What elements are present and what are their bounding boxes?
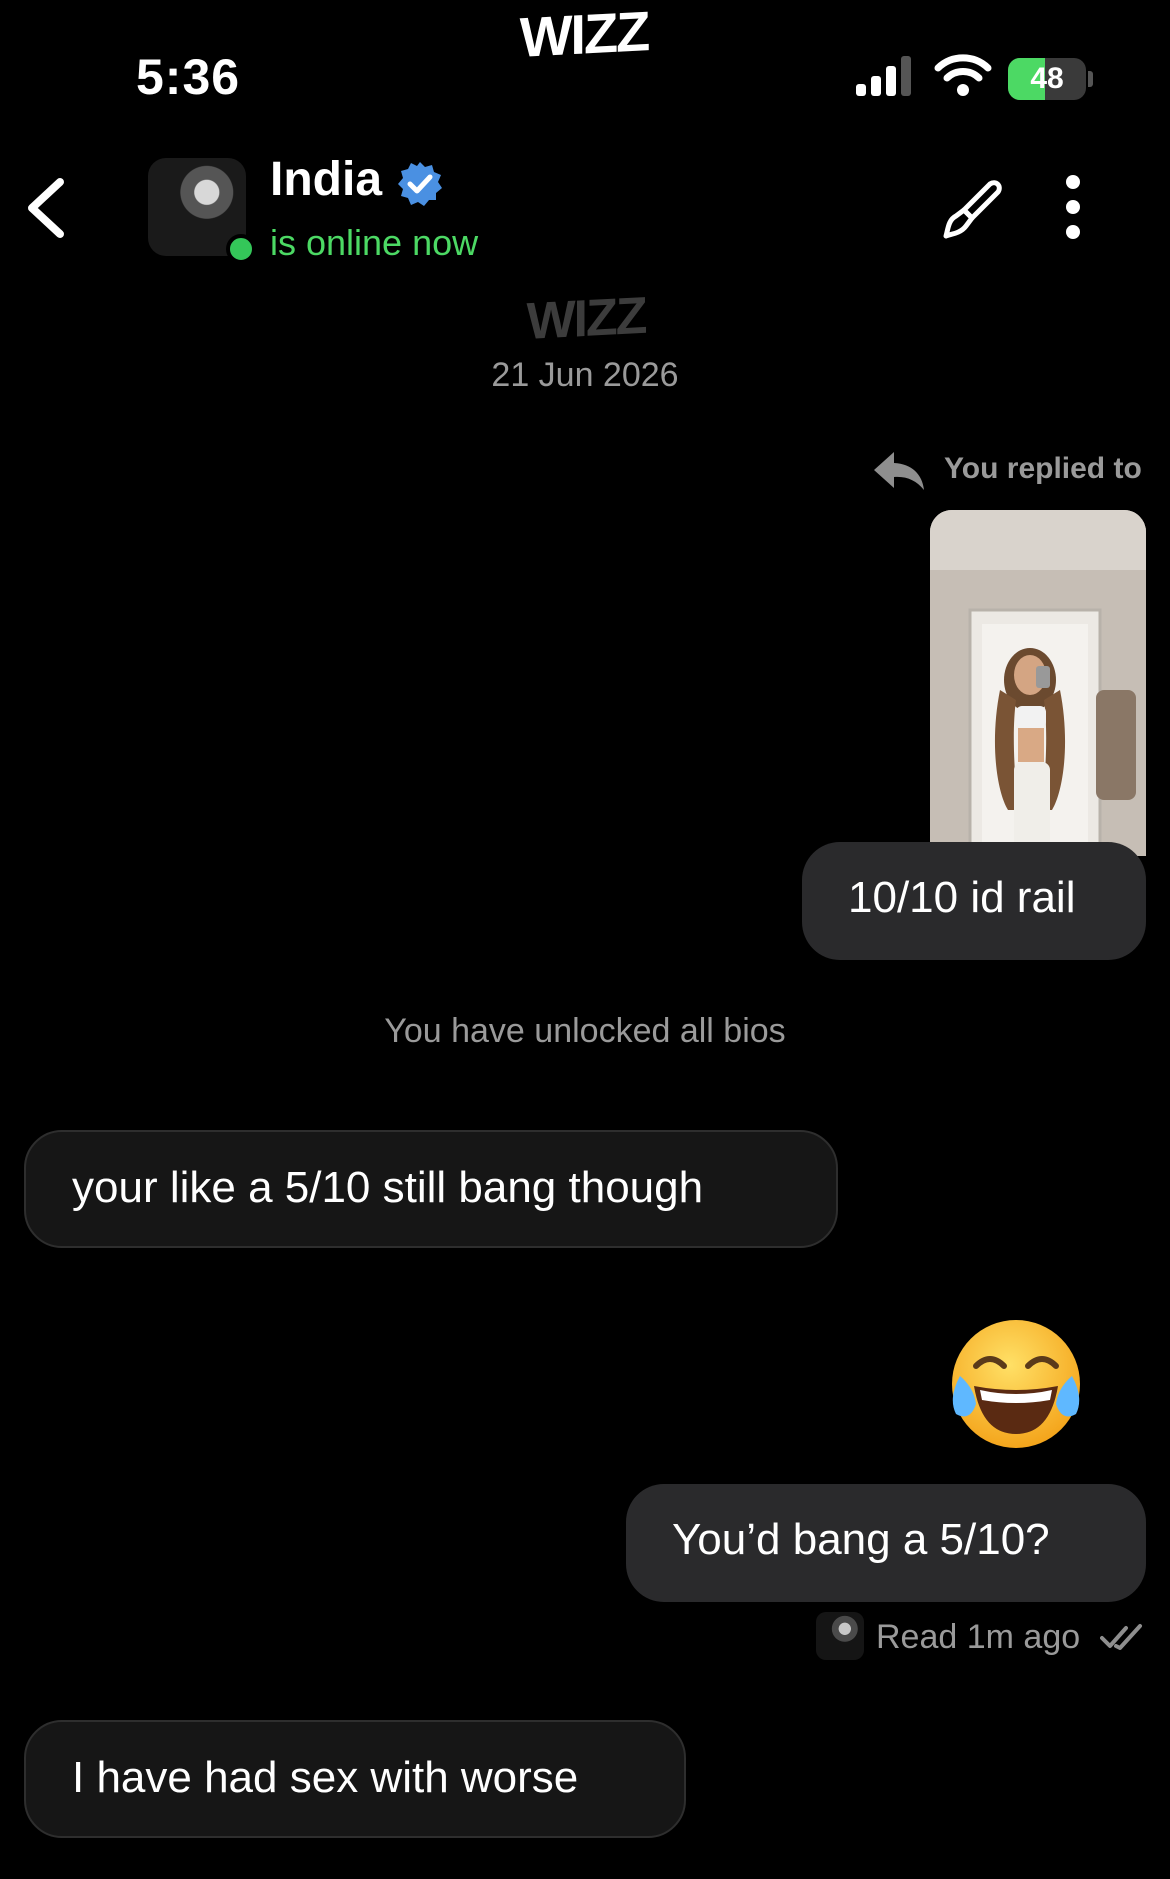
wizz-logo: WIZZ — [498, 0, 670, 69]
face-with-tears-of-joy-icon — [952, 1320, 1080, 1448]
chat-wizz-logo: WIZZ — [508, 287, 664, 351]
message-text: You’d bang a 5/10? — [672, 1515, 1050, 1564]
svg-text:WIZZ: WIZZ — [526, 296, 646, 346]
contact-name[interactable]: India — [270, 152, 382, 207]
message-bubble-outgoing[interactable]: 10/10 id rail — [802, 842, 1146, 960]
battery-percent: 48 — [1030, 62, 1064, 95]
back-icon — [28, 178, 64, 238]
emoji-message[interactable] — [946, 1316, 1086, 1452]
replied-photo[interactable] — [930, 510, 1146, 856]
customize-button[interactable] — [940, 176, 1006, 242]
message-text: 10/10 id rail — [848, 873, 1076, 922]
message-bubble-incoming[interactable]: your like a 5/10 still bang though — [24, 1130, 838, 1248]
double-check-icon — [1100, 1622, 1144, 1652]
status-time: 5:36 — [136, 49, 241, 105]
system-message: You have unlocked all bios — [384, 1012, 786, 1050]
message-text: your like a 5/10 still bang though — [72, 1163, 704, 1212]
read-receipt-avatar — [816, 1612, 864, 1660]
battery-icon: 48 — [1008, 58, 1093, 100]
verified-badge-icon — [396, 160, 444, 208]
svg-text:WIZZ: WIZZ — [520, 8, 650, 68]
reply-label: You replied to — [944, 452, 1142, 485]
read-receipt: Read 1m ago — [876, 1618, 1081, 1656]
more-options-button[interactable] — [1058, 172, 1088, 242]
message-text: I have had sex with worse — [72, 1753, 579, 1802]
presence-status: is online now — [270, 222, 479, 263]
message-bubble-incoming[interactable]: I have had sex with worse — [24, 1720, 686, 1838]
message-bubble-outgoing[interactable]: You’d bang a 5/10? — [626, 1484, 1146, 1602]
reply-arrow-icon — [872, 448, 926, 494]
wifi-icon — [934, 52, 992, 96]
back-button[interactable] — [20, 176, 80, 240]
paintbrush-icon — [943, 180, 1002, 239]
chat-date: 21 Jun 2026 — [491, 356, 679, 394]
signal-icon — [856, 56, 914, 98]
more-vertical-icon — [1066, 175, 1080, 239]
online-indicator — [226, 234, 256, 264]
